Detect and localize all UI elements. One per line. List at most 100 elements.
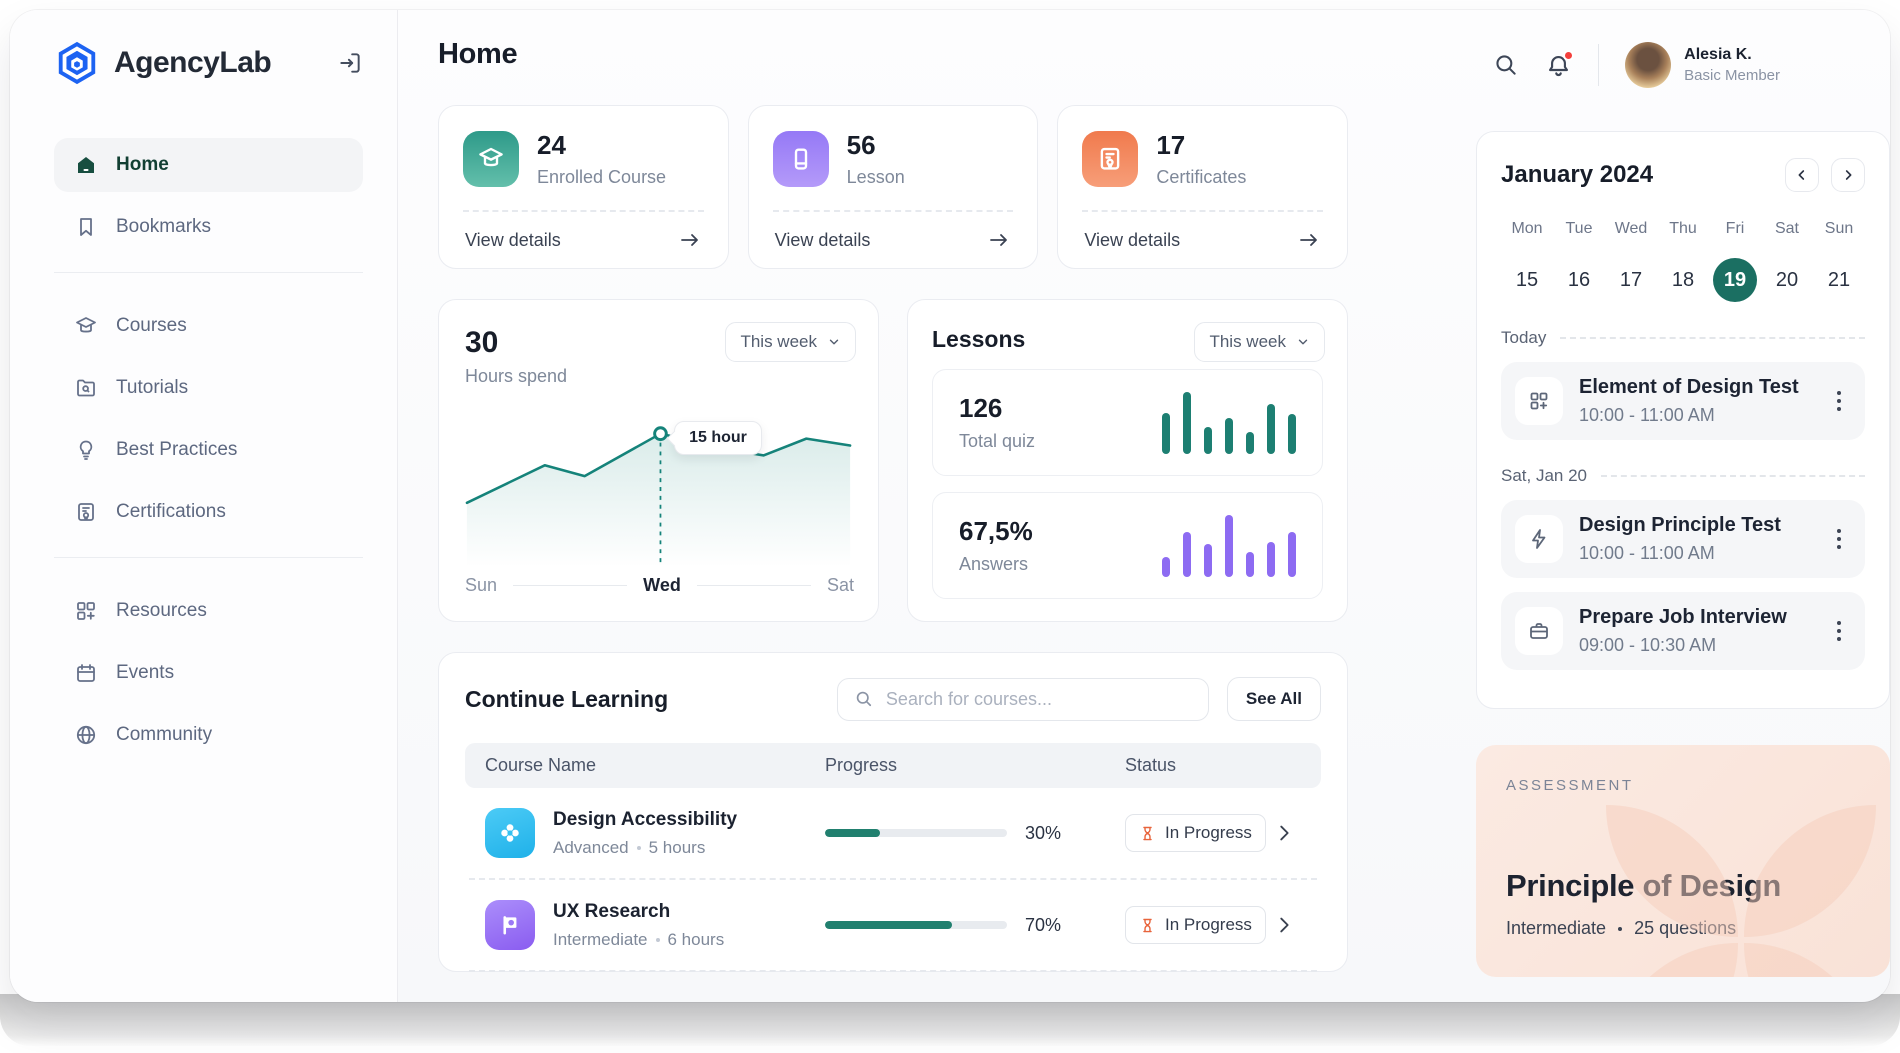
group-label-text: Sat, Jan 20	[1501, 466, 1587, 486]
sidebar-item-certifications[interactable]: Certifications	[54, 485, 363, 539]
brand: AgencyLab	[54, 40, 363, 86]
kebab-menu-icon[interactable]	[1827, 385, 1851, 417]
event-time: 09:00 - 10:30 AM	[1579, 635, 1787, 656]
calendar-next-button[interactable]	[1831, 158, 1865, 192]
search-input[interactable]	[886, 689, 1192, 710]
progress-fill	[825, 921, 952, 929]
course-cell: UX Research Intermediate 6 hours	[485, 900, 825, 950]
user-role: Basic Member	[1684, 67, 1780, 84]
stat-texts: 24 Enrolled Course	[537, 130, 666, 188]
search-icon	[1493, 52, 1519, 78]
lessons-range-dropdown[interactable]: This week	[1194, 322, 1325, 362]
sidebar-item-label: Best Practices	[116, 439, 237, 461]
sidebar-item-label: Certifications	[116, 501, 226, 523]
chevron-down-icon	[827, 335, 841, 349]
progress-label: 30%	[1025, 823, 1061, 844]
stat-texts: 17 Certificates	[1156, 130, 1246, 188]
day-18[interactable]: 18	[1657, 258, 1709, 302]
calendar-icon	[74, 661, 98, 685]
calendar-prev-button[interactable]	[1785, 158, 1819, 192]
status-badge[interactable]: In Progress	[1125, 814, 1266, 852]
main-content: Home 24 Enrolled Course View details	[398, 10, 1444, 1002]
days-row: 15 16 17 18 19 20 21	[1501, 258, 1865, 302]
header-search-button[interactable]	[1493, 52, 1519, 78]
progress-bar	[825, 829, 1007, 837]
sidebar-item-bookmarks[interactable]: Bookmarks	[54, 200, 363, 254]
view-details-link[interactable]: View details	[773, 210, 1014, 268]
event-texts: Element of Design Test 10:00 - 11:00 AM	[1579, 376, 1799, 426]
kebab-menu-icon[interactable]	[1827, 523, 1851, 555]
view-details-link[interactable]: View details	[463, 210, 704, 268]
user-menu[interactable]: Alesia K. Basic Member	[1625, 42, 1780, 88]
x-axis: Sun Wed Sat	[465, 575, 854, 604]
continue-learning-title: Continue Learning	[465, 686, 819, 713]
course-name: Design Accessibility	[553, 809, 737, 831]
row-divider	[469, 970, 1317, 972]
course-meta: Intermediate 6 hours	[553, 930, 724, 950]
hours-range-dropdown[interactable]: This week	[725, 322, 856, 362]
stat-label: Enrolled Course	[537, 167, 666, 188]
answers-label: Answers	[959, 554, 1033, 575]
axis-line	[513, 585, 627, 586]
charts-row: 30 Hours spend This week	[438, 299, 1348, 622]
stats-row: 24 Enrolled Course View details	[438, 105, 1348, 269]
answers-value: 67,5%	[959, 516, 1033, 547]
sidebar-item-best-practices[interactable]: Best Practices	[54, 423, 363, 477]
chevron-right-icon[interactable]	[1273, 822, 1295, 844]
event-title: Design Principle Test	[1579, 514, 1781, 537]
dashed-line	[1601, 475, 1865, 477]
bar	[1225, 418, 1233, 453]
sidebar-item-tutorials[interactable]: Tutorials	[54, 361, 363, 415]
day-21[interactable]: 21	[1813, 258, 1865, 302]
sidebar-item-community[interactable]: Community	[54, 708, 363, 762]
sidebar-item-events[interactable]: Events	[54, 646, 363, 700]
weekday: Fri	[1709, 220, 1761, 238]
notifications-button[interactable]	[1545, 52, 1572, 79]
weekday: Wed	[1605, 220, 1657, 238]
sidebar-item-home[interactable]: Home	[54, 138, 363, 192]
table-row-design-accessibility[interactable]: Design Accessibility Advanced 5 hours 30…	[465, 788, 1321, 878]
table-header: Course Name Progress Status	[465, 743, 1321, 788]
event-element-of-design-test[interactable]: Element of Design Test 10:00 - 11:00 AM	[1501, 362, 1865, 440]
bar	[1204, 544, 1212, 577]
day-15[interactable]: 15	[1501, 258, 1553, 302]
chevron-right-icon[interactable]	[1273, 914, 1295, 936]
day-20[interactable]: 20	[1761, 258, 1813, 302]
sidebar-item-courses[interactable]: Courses	[54, 299, 363, 353]
event-design-principle-test[interactable]: Design Principle Test 10:00 - 11:00 AM	[1501, 500, 1865, 578]
continue-learning-header: Continue Learning See All	[465, 677, 1321, 721]
bar	[1267, 542, 1275, 576]
stat-card-enrolled-course: 24 Enrolled Course View details	[438, 105, 729, 269]
progress-label: 70%	[1025, 915, 1061, 936]
sidebar-collapse-button[interactable]	[337, 50, 363, 76]
status-badge[interactable]: In Progress	[1125, 906, 1266, 944]
view-details-link[interactable]: View details	[1082, 210, 1323, 268]
stat-label: Lesson	[847, 167, 905, 188]
weekday: Sat	[1761, 220, 1813, 238]
sidebar-item-resources[interactable]: Resources	[54, 584, 363, 638]
bar	[1267, 404, 1275, 454]
stat-card-certificates: 17 Certificates View details	[1057, 105, 1348, 269]
sidebar-item-label: Home	[116, 154, 169, 176]
lessons-card: Lessons This week 126 Total quiz	[907, 299, 1348, 622]
table-row-ux-research[interactable]: UX Research Intermediate 6 hours 70%	[465, 880, 1321, 970]
course-duration: 5 hours	[649, 838, 706, 858]
course-meta: Advanced 5 hours	[553, 838, 737, 858]
chart-area-fill	[467, 434, 850, 567]
day-16[interactable]: 16	[1553, 258, 1605, 302]
event-texts: Design Principle Test 10:00 - 11:00 AM	[1579, 514, 1781, 564]
folder-search-icon	[74, 376, 98, 400]
day-19-selected[interactable]: 19	[1709, 258, 1761, 302]
kebab-menu-icon[interactable]	[1827, 615, 1851, 647]
course-search	[837, 678, 1209, 721]
arrow-right-icon	[987, 228, 1011, 252]
assessment-card[interactable]: ASSESSMENT Principle of Design Intermedi…	[1476, 745, 1890, 977]
notification-badge	[1563, 50, 1574, 61]
range-label: This week	[1209, 332, 1286, 352]
event-prepare-job-interview[interactable]: Prepare Job Interview 09:00 - 10:30 AM	[1501, 592, 1865, 670]
petal-decoration	[1744, 943, 1876, 977]
see-all-button[interactable]: See All	[1227, 677, 1321, 721]
mini-texts: 126 Total quiz	[959, 393, 1035, 452]
sidebar-item-label: Tutorials	[116, 377, 188, 399]
day-17[interactable]: 17	[1605, 258, 1657, 302]
